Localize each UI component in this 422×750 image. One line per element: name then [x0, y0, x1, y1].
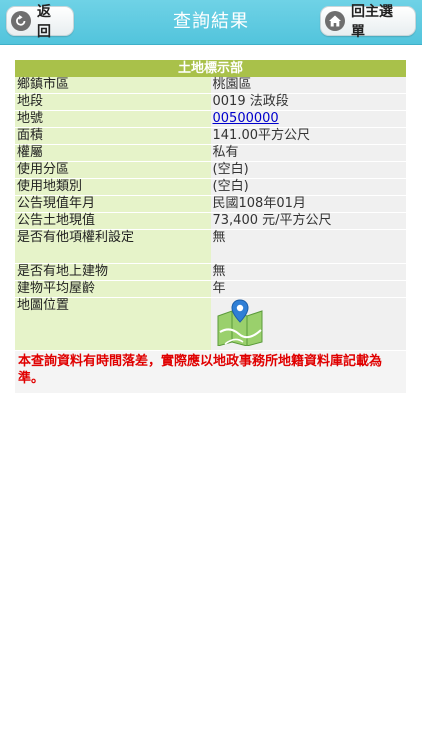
- row-value: 民國108年01月: [210, 195, 406, 213]
- table-row: 建物平均屋齡 年: [15, 280, 406, 298]
- table-row: 是否有地上建物 無: [15, 263, 406, 281]
- row-label: 公告土地現值: [15, 212, 211, 230]
- row-value-cell: 00500000: [210, 110, 406, 128]
- row-label: 建物平均屋齡: [15, 280, 211, 298]
- table-row: 地段 0019 法政段: [15, 93, 406, 111]
- row-value: 無: [210, 263, 406, 281]
- row-value: 73,400 元/平方公尺: [210, 212, 406, 230]
- home-menu-button[interactable]: 回主選單: [320, 4, 416, 40]
- row-value: (空白): [210, 161, 406, 179]
- section-header-row: 土地標示部: [15, 60, 406, 77]
- row-label: 面積: [15, 127, 211, 145]
- table-row: 地號 00500000: [15, 110, 406, 128]
- land-number-link[interactable]: 00500000: [213, 111, 279, 126]
- table-row: 權屬 私有: [15, 144, 406, 162]
- row-label: 公告現值年月: [15, 195, 211, 213]
- table-row: 地圖位置: [15, 297, 406, 351]
- row-label: 地號: [15, 110, 211, 128]
- top-bar: 返回 查詢結果 回主選單: [0, 0, 422, 45]
- row-label: 地段: [15, 93, 211, 111]
- row-label: 是否有他項權利設定: [15, 229, 211, 264]
- row-label: 鄉鎮市區: [15, 77, 211, 94]
- disclaimer-text: 本查詢資料有時間落差，實際應以地政事務所地籍資料庫記載為準。: [15, 350, 406, 393]
- table-row: 公告土地現值 73,400 元/平方公尺: [15, 212, 406, 230]
- row-label: 地圖位置: [15, 297, 211, 351]
- row-label: 是否有地上建物: [15, 263, 211, 281]
- table-row: 使用分區 (空白): [15, 161, 406, 179]
- row-value: 年: [210, 280, 406, 298]
- table-row: 鄉鎮市區 桃園區: [15, 77, 406, 94]
- table-row: 面積 141.00平方公尺: [15, 127, 406, 145]
- row-value: 141.00平方公尺: [210, 127, 406, 145]
- table-row: 使用地類別 (空白): [15, 178, 406, 196]
- table-row: 公告現值年月 民國108年01月: [15, 195, 406, 213]
- row-label: 權屬: [15, 144, 211, 162]
- section-title: 土地標示部: [15, 60, 406, 77]
- row-value: 0019 法政段: [210, 93, 406, 111]
- home-icon: [325, 11, 345, 31]
- land-info-panel: 土地標示部 鄉鎮市區 桃園區 地段 0019 法政段 地號 00500000 面…: [15, 60, 406, 393]
- row-value: 桃園區: [210, 77, 406, 94]
- row-label: 使用分區: [15, 161, 211, 179]
- row-value: (空白): [210, 178, 406, 196]
- map-pin-icon[interactable]: [215, 298, 265, 346]
- notice-row: 本查詢資料有時間落差，實際應以地政事務所地籍資料庫記載為準。: [15, 350, 406, 393]
- home-menu-label: 回主選單: [351, 4, 393, 40]
- row-value: 私有: [210, 144, 406, 162]
- row-value: 無: [210, 229, 406, 264]
- land-info-table: 土地標示部 鄉鎮市區 桃園區 地段 0019 法政段 地號 00500000 面…: [15, 60, 406, 393]
- map-cell: [210, 297, 406, 351]
- row-label: 使用地類別: [15, 178, 211, 196]
- table-row: 是否有他項權利設定 無: [15, 229, 406, 264]
